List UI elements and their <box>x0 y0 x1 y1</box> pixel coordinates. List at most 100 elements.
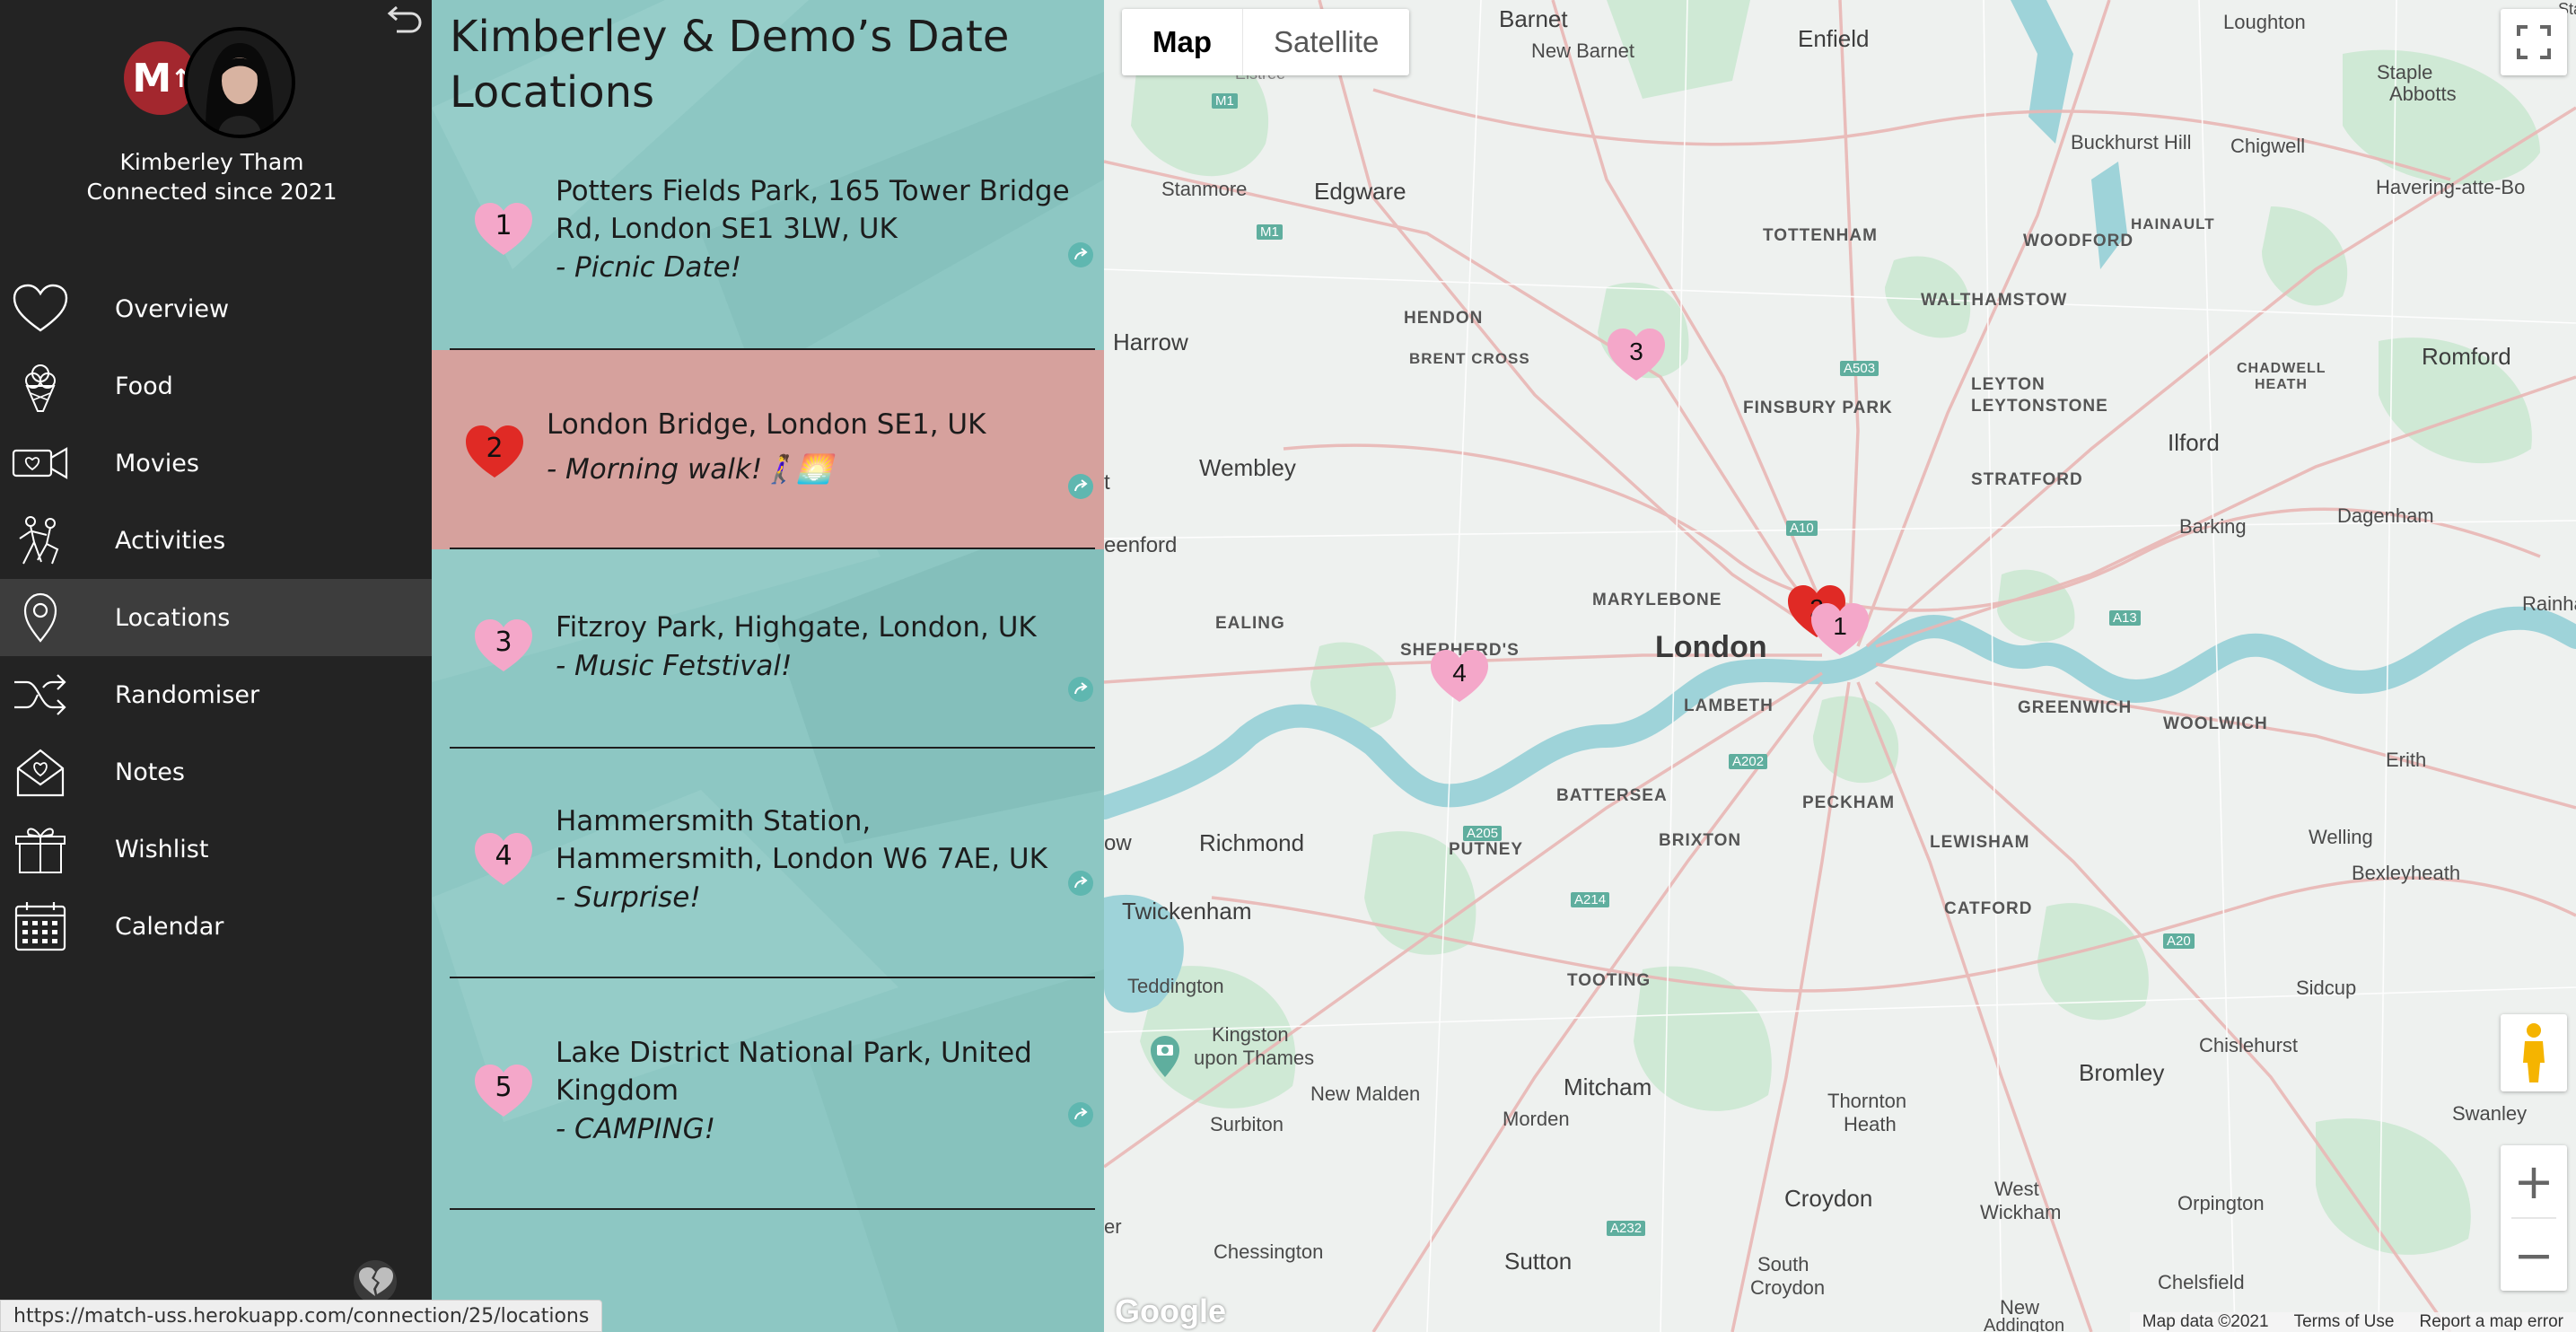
marker-number: 4 <box>1452 659 1467 687</box>
sidebar: M ↑ Kimberley Tham Connected since 2021 O… <box>0 0 432 1332</box>
calendar-icon <box>14 902 66 951</box>
sidebar-item-locations[interactable]: Locations <box>0 579 432 656</box>
map-place-label: Harrow <box>1113 329 1188 355</box>
dancing-couple-icon <box>19 516 59 565</box>
sidebar-item-label: Calendar <box>115 912 224 941</box>
map-place-label: Staple <box>2377 61 2433 83</box>
map-place-label: LAMBETH <box>1684 697 1774 715</box>
map-place-label: Wembley <box>1199 454 1296 481</box>
profile-name: Kimberley Tham <box>119 149 304 175</box>
map-place-label: LEYTONSTONE <box>1971 397 2108 416</box>
map-data-text: Map data ©2021 <box>2142 1312 2269 1331</box>
map-place-label: Edgware <box>1314 178 1406 205</box>
share-icon[interactable] <box>1068 474 1093 499</box>
sidebar-item-notes[interactable]: Notes <box>0 733 432 811</box>
map-place-label: Chessington <box>1214 1240 1324 1263</box>
map-place-label: Stanmore <box>1161 178 1248 200</box>
map-place-label: t <box>1104 470 1110 495</box>
street-view-button[interactable] <box>2501 1014 2567 1091</box>
map-place-label: Abbotts <box>2389 83 2457 105</box>
map-place-label: TOTTENHAM <box>1763 226 1878 245</box>
card-divider <box>450 1208 1095 1210</box>
page-title: Kimberley & Demo’s Date Locations <box>450 12 1010 118</box>
map-place-label: HEATH <box>2255 377 2308 392</box>
location-address: Hammersmith Station, Hammersmith, London… <box>556 805 1047 875</box>
map-place-label: HAINAULT <box>2131 215 2215 232</box>
map-type-control: Map Satellite <box>1122 9 1410 75</box>
location-note: - Music Fetstival! <box>556 650 793 682</box>
map-type-satellite-button[interactable]: Satellite <box>1242 9 1409 75</box>
map-view[interactable]: M1 M1 A503 A10 A13 A205 A214 A202 A20 A2… <box>1104 0 2576 1332</box>
map-place-label: Orpington <box>2177 1192 2265 1214</box>
map-place-label: LEWISHAM <box>1930 833 2030 852</box>
location-note: - CAMPING! <box>556 1113 716 1145</box>
location-card-4[interactable]: 4 Hammersmith Station, Hammersmith, Lond… <box>432 749 1104 978</box>
location-card-2[interactable]: 2 London Bridge, London SE1, UK - Mornin… <box>432 350 1104 549</box>
sidebar-nav: Overview Food Movies Activities Location… <box>0 270 432 965</box>
map-place-label: BRENT CROSS <box>1409 350 1530 367</box>
map-place-label: Thornton <box>1827 1090 1907 1112</box>
location-number: 5 <box>495 1072 513 1103</box>
map-place-label: Romford <box>2422 343 2511 370</box>
map-place-label: Welling <box>2309 826 2373 848</box>
map-place-label: Addington <box>1984 1316 2065 1332</box>
report-map-error-link[interactable]: Report a map error <box>2406 1312 2576 1332</box>
back-arrow-icon[interactable] <box>384 4 424 36</box>
sidebar-item-calendar[interactable]: Calendar <box>0 888 432 965</box>
map-marker-3[interactable]: 3 <box>1604 325 1669 384</box>
map-place-label: eenford <box>1104 533 1178 557</box>
map-type-map-button[interactable]: Map <box>1122 9 1242 75</box>
pegman-icon <box>2523 1023 2545 1082</box>
terms-link[interactable]: Terms of Use <box>2282 1312 2407 1332</box>
sidebar-item-food[interactable]: Food <box>0 347 432 425</box>
map-place-label: Mitcham <box>1564 1073 1652 1100</box>
share-icon[interactable] <box>1068 1102 1093 1127</box>
sidebar-item-label: Wishlist <box>115 835 209 863</box>
sidebar-item-label: Movies <box>115 449 199 478</box>
map-place-label: Chislehurst <box>2199 1034 2299 1056</box>
map-place-label: CHADWELL <box>2237 361 2326 376</box>
sidebar-item-overview[interactable]: Overview <box>0 270 432 347</box>
map-place-label: upon Thames <box>1194 1047 1315 1069</box>
map-place-label: Bromley <box>2079 1059 2165 1086</box>
broken-heart-icon[interactable] <box>352 1260 399 1303</box>
sidebar-item-activities[interactable]: Activities <box>0 502 432 579</box>
share-icon[interactable] <box>1068 871 1093 896</box>
map-marker-1[interactable]: 1 <box>1808 600 1872 659</box>
google-logo: Google <box>1115 1293 1226 1329</box>
locations-panel: Kimberley & Demo’s Date Locations 1 Pott… <box>432 0 1104 1332</box>
status-bar-url: https://match-uss.herokuapp.com/connecti… <box>0 1300 603 1332</box>
profile-connected-since: Connected since 2021 <box>86 179 337 205</box>
map-place-label: MARYLEBONE <box>1592 591 1722 609</box>
map-place-label: Dagenham <box>2337 504 2434 527</box>
location-card-5[interactable]: 5 Lake District National Park, United Ki… <box>432 978 1104 1210</box>
map-place-label: Rainha <box>2522 592 2576 615</box>
map-place-label: New Barnet <box>1531 39 1634 62</box>
sidebar-item-wishlist[interactable]: Wishlist <box>0 811 432 888</box>
location-address: London Bridge, London SE1, UK <box>547 408 986 441</box>
map-place-label: GREENWICH <box>2018 698 2133 717</box>
map-place-label: Twickenham <box>1122 898 1252 925</box>
sidebar-item-randomiser[interactable]: Randomiser <box>0 656 432 733</box>
map-marker-4[interactable]: 4 <box>1427 646 1492 705</box>
map-place-label: Morden <box>1503 1108 1570 1130</box>
sidebar-item-label: Overview <box>115 294 230 323</box>
location-card-3[interactable]: 3 Fitzroy Park, Highgate, London, UK - M… <box>432 549 1104 749</box>
fullscreen-button[interactable] <box>2501 9 2567 75</box>
heart-number-badge: 3 <box>471 616 536 675</box>
map-place-label: LEYTON <box>1971 375 2046 394</box>
share-icon[interactable] <box>1068 242 1093 267</box>
camera-icon[interactable] <box>1147 1034 1183 1079</box>
map-place-label: Barking <box>2179 515 2247 538</box>
map-place-label: TOOTING <box>1567 971 1652 990</box>
marker-number: 1 <box>1833 612 1847 640</box>
zoom-in-button[interactable]: + <box>2501 1145 2567 1217</box>
map-place-label: Buckhurst Hill <box>2071 131 2192 153</box>
map-place-label: South <box>1757 1253 1809 1275</box>
location-card-1[interactable]: 1 Potters Fields Park, 165 Tower Bridge … <box>432 151 1104 350</box>
sidebar-item-movies[interactable]: Movies <box>0 425 432 502</box>
map-place-label: West <box>1994 1178 2039 1200</box>
ice-cream-icon <box>25 364 56 412</box>
zoom-out-button[interactable]: − <box>2501 1219 2567 1291</box>
share-icon[interactable] <box>1068 677 1093 702</box>
